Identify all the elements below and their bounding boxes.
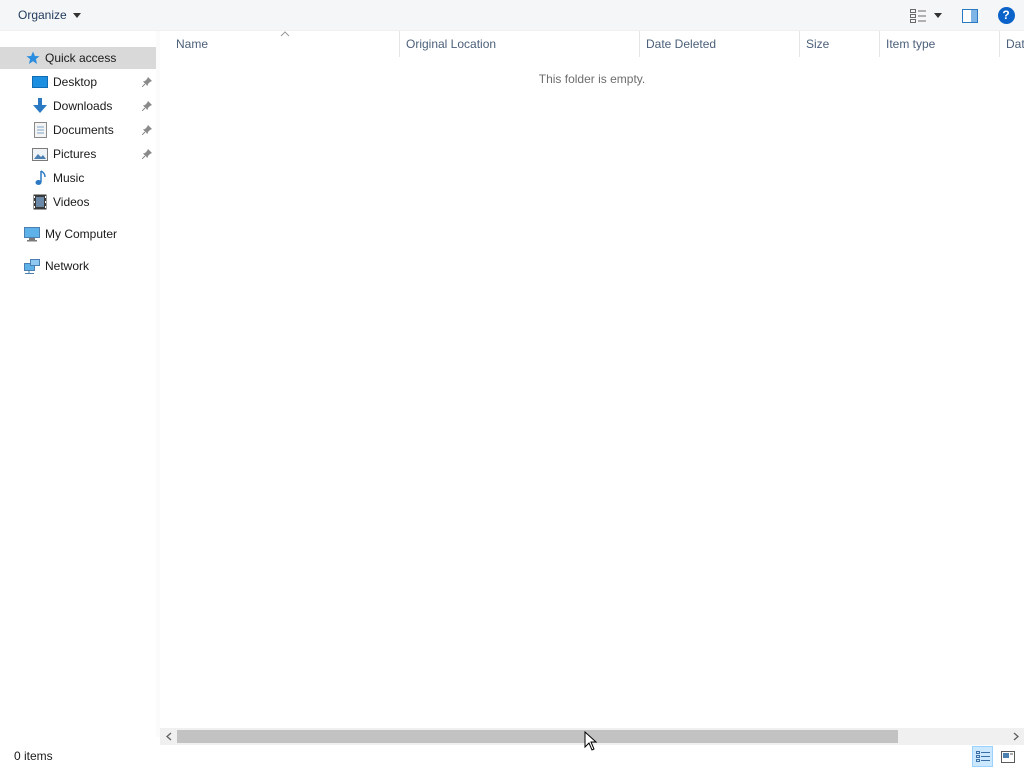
column-headers: Name Original Location Date Deleted Size… [160,31,1024,57]
pin-icon [142,148,152,160]
preview-pane-button[interactable] [958,4,982,28]
desktop-icon [32,74,48,90]
mouse-cursor-icon [584,731,598,751]
network-icon [24,258,40,274]
details-view-icon [975,750,990,762]
column-header-item-type[interactable]: Item type [880,31,1000,57]
nav-item-label: Videos [53,195,90,209]
view-options-icon [910,8,926,23]
chevron-left-icon [165,732,171,741]
item-count: 0 items [14,749,53,763]
column-header-original-location[interactable]: Original Location [400,31,640,57]
nav-item-quick-access[interactable]: Quick access [0,47,156,69]
nav-item-videos[interactable]: Videos [0,191,156,213]
scroll-thumb[interactable] [177,730,898,743]
documents-icon [32,122,48,138]
nav-item-my-computer[interactable]: My Computer [0,223,156,245]
empty-folder-message: This folder is empty. [538,72,646,86]
command-bar: Organize ? [0,0,1024,31]
column-header-size[interactable]: Size [800,31,880,57]
nav-item-label: My Computer [45,227,118,241]
column-header-date[interactable]: Dat [1000,31,1024,57]
nav-item-label: Quick access [45,51,117,65]
large-icons-view-icon [1000,750,1015,763]
large-icons-view-button[interactable] [997,746,1018,767]
nav-item-label: Music [53,171,85,185]
view-switcher [972,746,1018,767]
nav-item-label: Pictures [53,147,97,161]
nav-item-downloads[interactable]: Downloads [0,95,156,117]
column-header-label: Dat [1006,37,1024,51]
status-bar: 0 items [0,745,1024,768]
chevron-right-icon [1013,732,1019,741]
nav-item-label: Desktop [53,75,98,89]
help-button[interactable]: ? [994,4,1018,28]
column-header-name[interactable]: Name [170,31,400,57]
nav-item-documents[interactable]: Documents [0,119,156,141]
column-header-label: Name [176,37,209,51]
help-icon: ? [997,7,1015,24]
scroll-left-button[interactable] [160,728,177,745]
column-header-label: Date Deleted [646,37,717,51]
nav-item-label: Network [45,259,90,273]
chevron-down-icon [72,13,81,18]
change-view-button[interactable] [904,4,948,28]
toolbar-right-icons: ? [904,0,1024,31]
computer-icon [24,226,40,242]
videos-icon [32,194,48,210]
nav-item-network[interactable]: Network [0,255,156,277]
star-icon [25,50,41,66]
nav-item-desktop[interactable]: Desktop [0,71,156,93]
nav-item-label: Documents [53,123,114,137]
pin-icon [142,124,152,136]
organize-button[interactable]: Organize [12,4,87,26]
column-header-label: Original Location [406,37,497,51]
pictures-icon [32,146,48,162]
pin-icon [142,76,152,88]
scroll-right-button[interactable] [1007,728,1024,745]
column-header-label: Size [806,37,830,51]
nav-item-music[interactable]: Music [0,167,156,189]
nav-item-pictures[interactable]: Pictures [0,143,156,165]
details-view-button[interactable] [972,746,993,767]
file-list-view[interactable]: Name Original Location Date Deleted Size… [160,31,1024,726]
pin-icon [142,100,152,112]
column-header-date-deleted[interactable]: Date Deleted [640,31,800,57]
downloads-icon [32,98,48,114]
music-icon [32,170,48,186]
column-header-label: Item type [886,37,936,51]
navigation-pane: Quick access Desktop Downloads Documents [0,31,156,737]
preview-pane-icon [962,8,978,23]
chevron-down-icon [934,13,942,18]
nav-item-label: Downloads [53,99,113,113]
organize-label: Organize [18,8,67,22]
